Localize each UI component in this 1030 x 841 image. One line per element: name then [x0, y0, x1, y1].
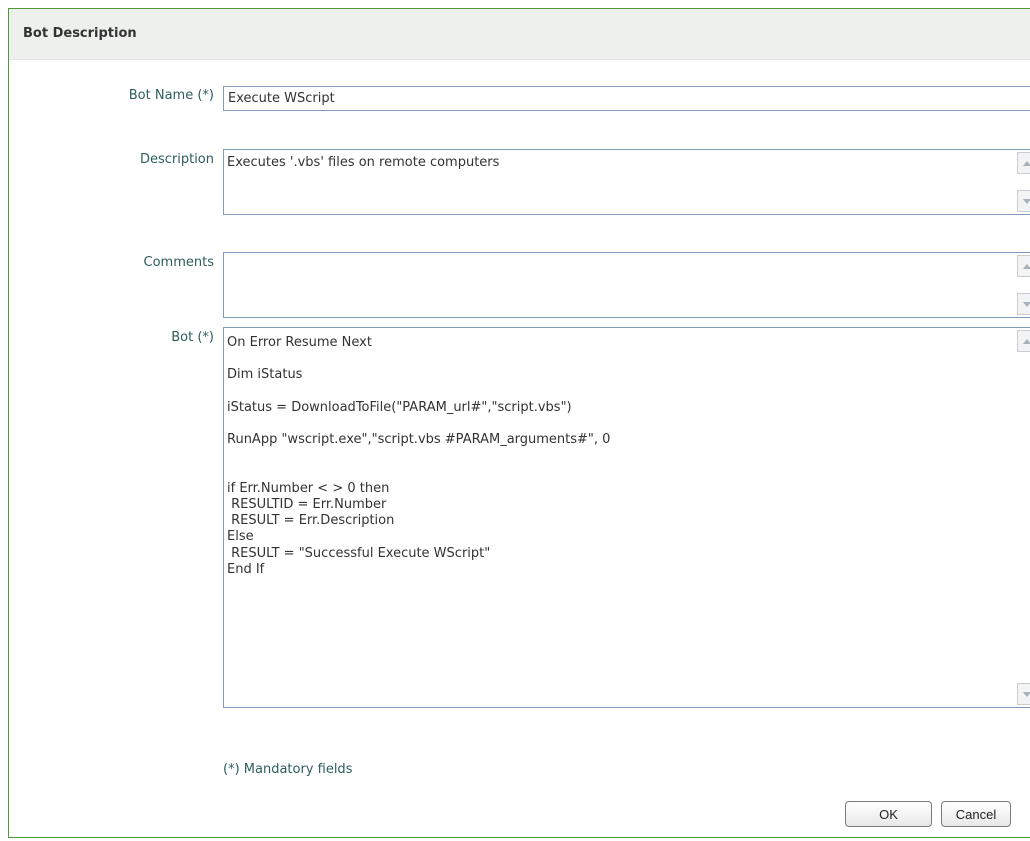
mandatory-fields-note: (*) Mandatory fields: [223, 762, 353, 777]
panel-header: Bot Description: [9, 9, 1030, 60]
chevron-up-icon[interactable]: [1017, 330, 1030, 352]
ok-button[interactable]: OK: [845, 801, 932, 827]
bot-name-label: Bot Name (*): [128, 88, 214, 103]
panel-title: Bot Description: [23, 26, 137, 41]
bot-code-scrollbar[interactable]: [1017, 328, 1030, 707]
bot-name-input[interactable]: Execute WScript: [223, 86, 1030, 111]
description-textarea[interactable]: Executes '.vbs' files on remote computer…: [223, 149, 1030, 215]
cancel-button[interactable]: Cancel: [941, 801, 1011, 827]
description-scrollbar[interactable]: [1017, 150, 1030, 214]
bot-code-textarea[interactable]: On Error Resume Next Dim iStatus iStatus…: [223, 327, 1030, 708]
comments-text: [227, 258, 1013, 315]
comments-label: Comments: [143, 255, 214, 270]
chevron-down-icon[interactable]: [1017, 683, 1030, 705]
chevron-up-icon[interactable]: [1017, 255, 1030, 277]
chevron-up-icon[interactable]: [1017, 152, 1030, 174]
description-label: Description: [139, 152, 214, 167]
bot-label: Bot (*): [171, 330, 214, 345]
comments-scrollbar[interactable]: [1017, 253, 1030, 317]
description-text: Executes '.vbs' files on remote computer…: [227, 155, 500, 170]
comments-textarea[interactable]: [223, 252, 1030, 318]
bot-description-panel: Bot Description Bot Name (*) Execute WSc…: [8, 8, 1030, 838]
chevron-down-icon[interactable]: [1017, 190, 1030, 212]
bot-code-text: On Error Resume Next Dim iStatus iStatus…: [227, 335, 611, 577]
chevron-down-icon[interactable]: [1017, 293, 1030, 315]
